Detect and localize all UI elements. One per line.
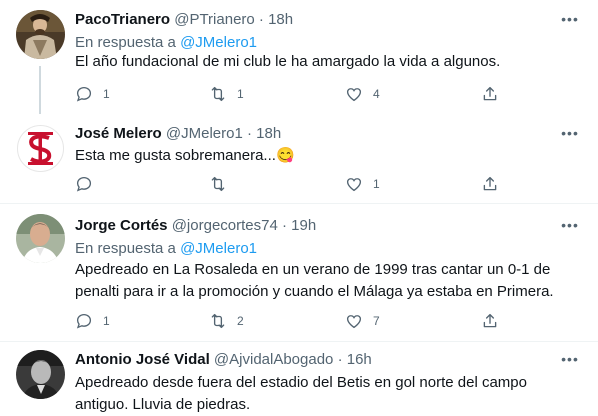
share-button[interactable] (481, 83, 499, 105)
separator: · (258, 11, 264, 28)
display-name[interactable]: Jorge Cortés (75, 217, 168, 234)
retweet-icon (211, 313, 225, 329)
action-bar: 1 2 7 (75, 310, 505, 332)
retweet-icon (211, 176, 225, 192)
action-bar: 1 (75, 173, 505, 195)
separator: · (337, 351, 343, 368)
user-handle[interactable]: @AjvidalAbogado (214, 351, 333, 368)
more-options-icon[interactable]: ••• (560, 12, 580, 32)
reply-icon (76, 176, 92, 192)
like-button[interactable]: 1 (345, 173, 380, 195)
tweet-text-line: Esta me gusta sobremanera... (75, 147, 276, 164)
share-button[interactable] (481, 310, 499, 332)
display-name[interactable]: José Melero (75, 125, 162, 142)
reply-count: 1 (103, 314, 110, 328)
timestamp[interactable]: 18h (268, 11, 293, 28)
tweet-text-line: penalti para ir a la promoción y cuando … (75, 283, 554, 300)
like-button[interactable]: 4 (345, 83, 380, 105)
tweet-text: Esta me gusta sobremanera...😋 (75, 145, 575, 167)
tweet-text: Apedreado en La Rosaleda en un verano de… (75, 259, 575, 303)
reply-icon (76, 86, 92, 102)
user-handle[interactable]: @PTrianero (174, 11, 255, 28)
timestamp[interactable]: 16h (347, 351, 372, 368)
user-handle[interactable]: @JMelero1 (166, 125, 243, 142)
avatar[interactable] (16, 124, 65, 173)
more-options-icon[interactable]: ••• (560, 218, 580, 238)
tweet-text: El año fundacional de mi club le ha amar… (75, 51, 575, 73)
action-bar: 1 1 4 (75, 83, 505, 105)
emoji: 😋 (275, 147, 295, 164)
retweet-icon (211, 86, 225, 102)
display-name[interactable]: PacoTrianero (75, 11, 170, 28)
tweet[interactable]: PacoTrianero @PTrianero · 18h ••• En res… (0, 0, 598, 114)
avatar[interactable] (16, 214, 65, 263)
retweet-button[interactable] (209, 173, 237, 195)
tweet-text: Apedreado desde fuera del estadio del Be… (75, 372, 575, 416)
like-button[interactable]: 7 (345, 310, 380, 332)
more-options-icon[interactable]: ••• (560, 126, 580, 146)
share-button[interactable] (481, 173, 499, 195)
retweet-button[interactable]: 1 (209, 83, 244, 105)
reply-button[interactable]: 1 (75, 83, 110, 105)
retweet-count: 2 (237, 314, 244, 328)
user-handle[interactable]: @jorgecortes74 (172, 217, 278, 234)
share-icon (483, 313, 497, 328)
heart-icon (346, 88, 362, 102)
tweet-header: José Melero @JMelero1 · 18h (75, 124, 281, 144)
like-count: 7 (373, 314, 380, 328)
separator: · (282, 217, 287, 234)
timestamp[interactable]: 18h (256, 125, 281, 142)
reply-prefix: En respuesta a (75, 34, 176, 51)
avatar[interactable] (16, 10, 65, 59)
display-name[interactable]: Antonio José Vidal (75, 351, 210, 368)
reply-count: 1 (103, 87, 110, 101)
reply-prefix: En respuesta a (75, 240, 176, 257)
reply-button[interactable]: 1 (75, 310, 110, 332)
retweet-count: 1 (237, 87, 244, 101)
more-options-icon[interactable]: ••• (560, 352, 580, 372)
avatar[interactable] (16, 350, 65, 399)
reply-context: En respuesta a @JMelero1 (75, 33, 257, 53)
reply-handle-link[interactable]: @JMelero1 (180, 34, 257, 51)
tweet-text-line: Apedreado en La Rosaleda en un verano de… (75, 261, 551, 278)
tweet-text-line: El año fundacional de mi club le ha amar… (75, 53, 501, 70)
timestamp[interactable]: 19h (291, 217, 316, 234)
like-count: 4 (373, 87, 380, 101)
reply-button[interactable] (75, 173, 103, 195)
tweet-text-line: Apedreado desde fuera del estadio del Be… (75, 374, 527, 391)
tweet-text-line: antiguo. Lluvia de piedras. (75, 396, 251, 413)
reply-context: En respuesta a @JMelero1 (75, 239, 257, 259)
heart-icon (346, 178, 362, 192)
share-icon (483, 86, 497, 101)
share-icon (483, 176, 497, 191)
tweet-header: Antonio José Vidal @AjvidalAbogado · 16h (75, 350, 372, 370)
tweet[interactable]: Jorge Cortés @jorgecortes74 · 19h ••• En… (0, 204, 598, 341)
tweet[interactable]: Antonio José Vidal @AjvidalAbogado · 16h… (0, 342, 598, 413)
separator: · (246, 125, 252, 142)
tweet-header: Jorge Cortés @jorgecortes74 · 19h (75, 216, 316, 236)
reply-icon (76, 313, 92, 329)
heart-icon (346, 315, 362, 329)
tweet[interactable]: José Melero @JMelero1 · 18h ••• Esta me … (0, 114, 598, 203)
retweet-button[interactable]: 2 (209, 310, 244, 332)
reply-handle-link[interactable]: @JMelero1 (180, 240, 257, 257)
tweet-header: PacoTrianero @PTrianero · 18h (75, 10, 293, 30)
like-count: 1 (373, 177, 380, 191)
